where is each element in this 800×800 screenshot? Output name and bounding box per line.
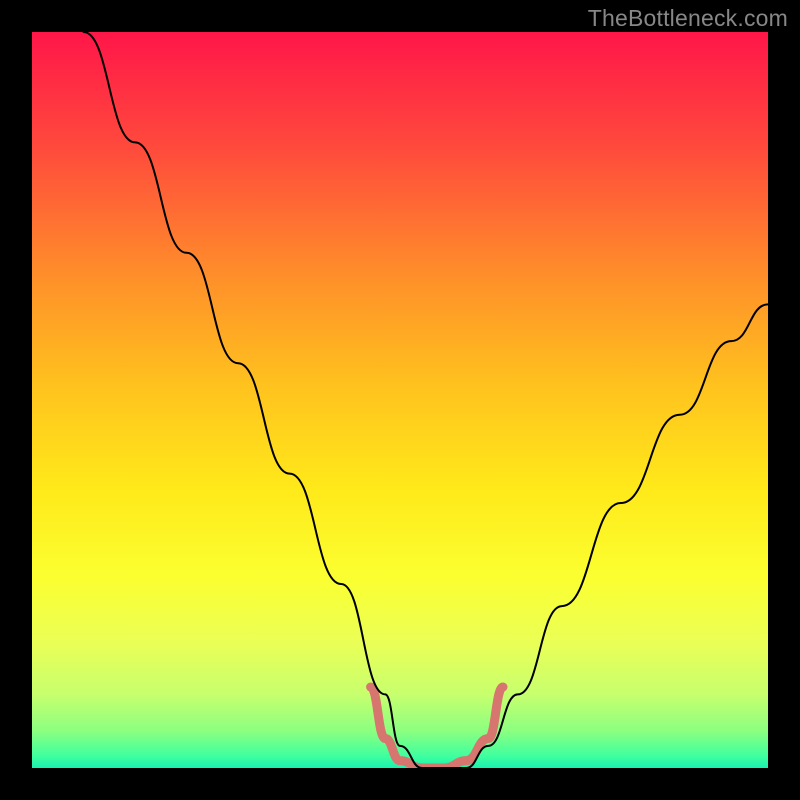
flat-bottom-highlight xyxy=(371,687,503,768)
plot-area xyxy=(32,32,768,768)
watermark-text: TheBottleneck.com xyxy=(588,5,788,32)
bottleneck-curve xyxy=(84,32,768,768)
curve-layer xyxy=(32,32,768,768)
chart-frame: TheBottleneck.com xyxy=(0,0,800,800)
